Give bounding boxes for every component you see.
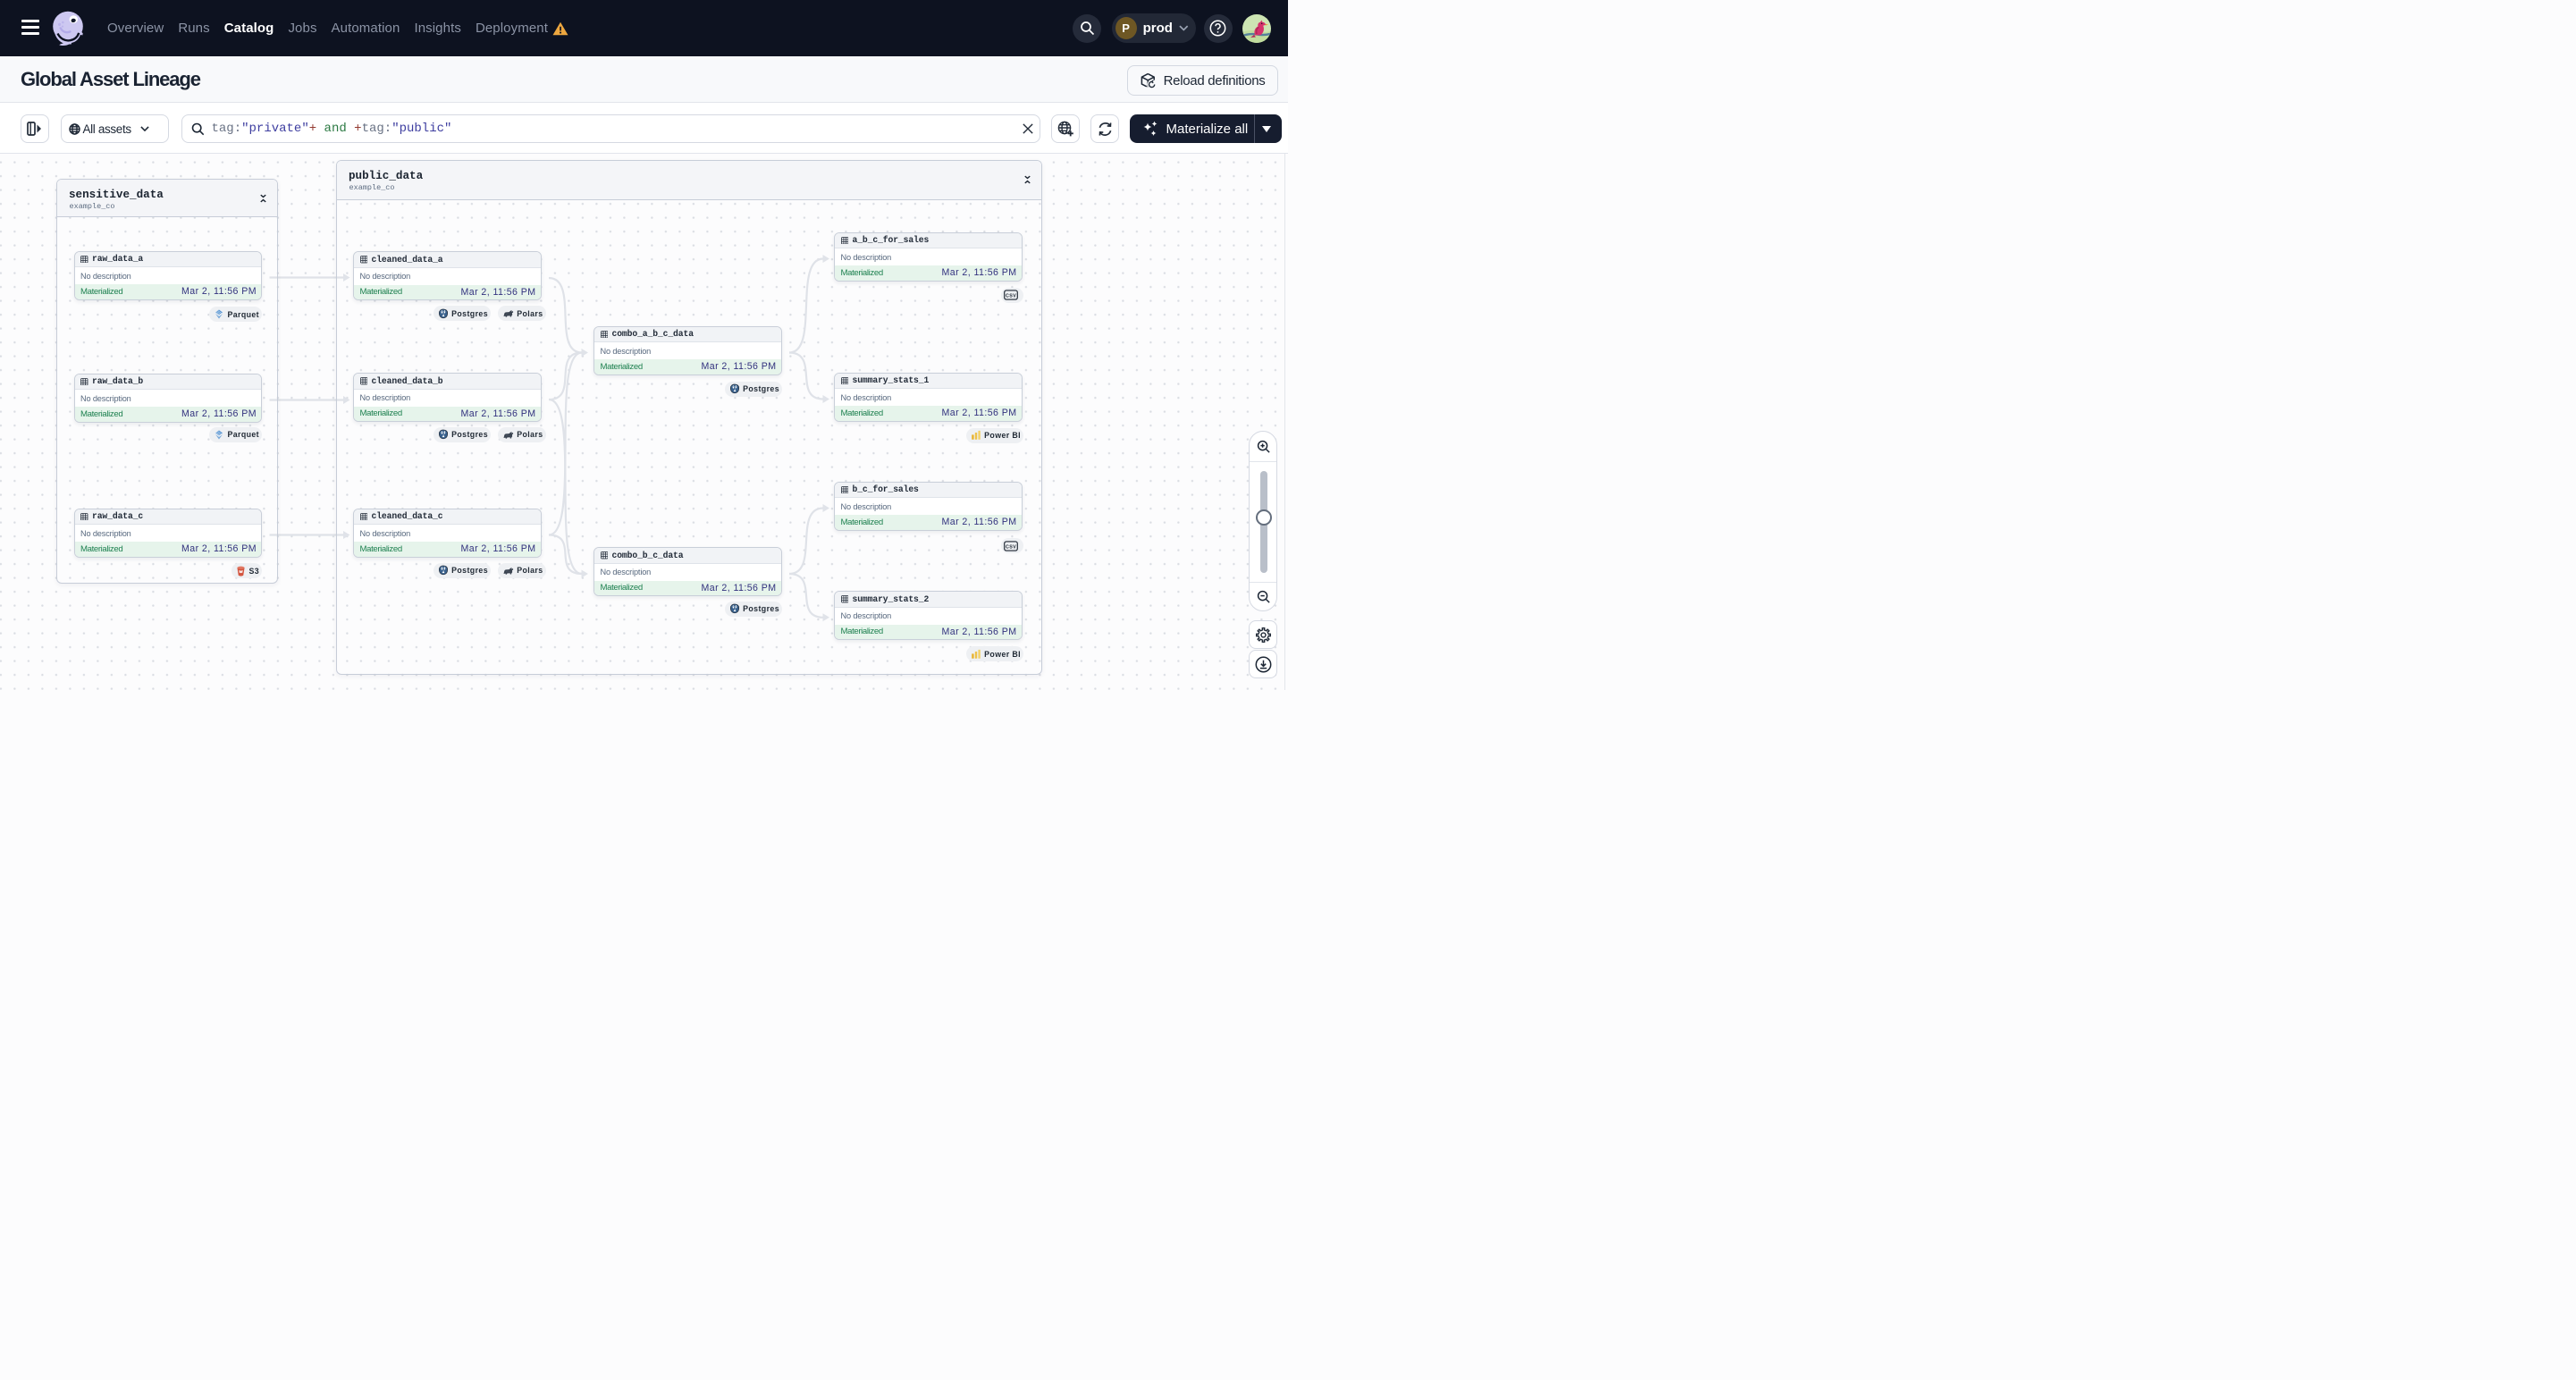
svg-text:CSV: CSV [1006,544,1016,550]
svg-text:CSV: CSV [1006,293,1016,299]
